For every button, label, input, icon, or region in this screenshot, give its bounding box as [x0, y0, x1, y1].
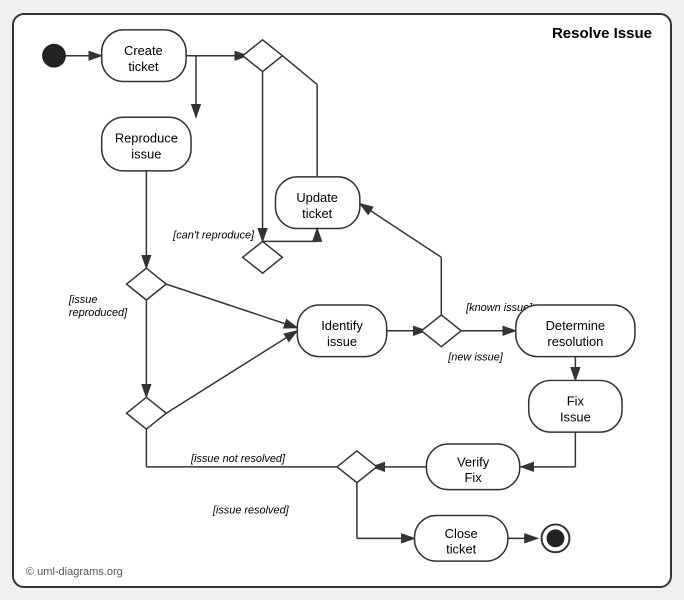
determine-label1: Determine — [546, 318, 605, 333]
diagram-container: Resolve Issue © uml-diagrams.org Create … — [12, 13, 672, 588]
guard-cant-reproduce: [can't reproduce] — [172, 229, 255, 241]
create-ticket-label2: ticket — [128, 59, 159, 74]
arrow-d5-update-h — [360, 203, 441, 257]
arrow-update-d1 — [282, 55, 317, 84]
start-node — [42, 43, 66, 67]
guard-not-resolved: [issue not resolved] — [190, 452, 286, 464]
update-label2: ticket — [302, 206, 333, 221]
identify-label1: Identify — [321, 318, 363, 333]
reproduce-label1: Reproduce — [115, 130, 178, 145]
arrow-d4-identify — [166, 330, 297, 412]
diamond1 — [243, 39, 283, 71]
close-label1: Close — [445, 525, 478, 540]
identify-label2: issue — [327, 334, 357, 349]
create-ticket-label: Create — [124, 43, 163, 58]
diamond4 — [127, 397, 167, 429]
diamond2 — [243, 241, 283, 273]
determine-label2: resolution — [547, 334, 603, 349]
fix-label2: Issue — [560, 409, 591, 424]
diamond6 — [337, 450, 377, 482]
update-label1: Update — [296, 190, 338, 205]
guard-resolved: [issue resolved] — [212, 504, 290, 516]
close-label2: ticket — [446, 541, 477, 556]
end-node — [547, 529, 565, 547]
fix-label1: Fix — [567, 393, 585, 408]
guard-issue-reproduced2: reproduced] — [69, 306, 128, 318]
arrow-d3-identify — [166, 284, 297, 328]
verify-label1: Verify — [457, 454, 490, 469]
diamond3 — [127, 268, 167, 300]
guard-new-issue: [new issue] — [447, 351, 504, 363]
verify-label2: Fix — [464, 470, 482, 485]
reproduce-label2: issue — [131, 146, 161, 161]
diamond5 — [421, 314, 461, 346]
guard-issue-reproduced: [issue — [68, 293, 98, 305]
